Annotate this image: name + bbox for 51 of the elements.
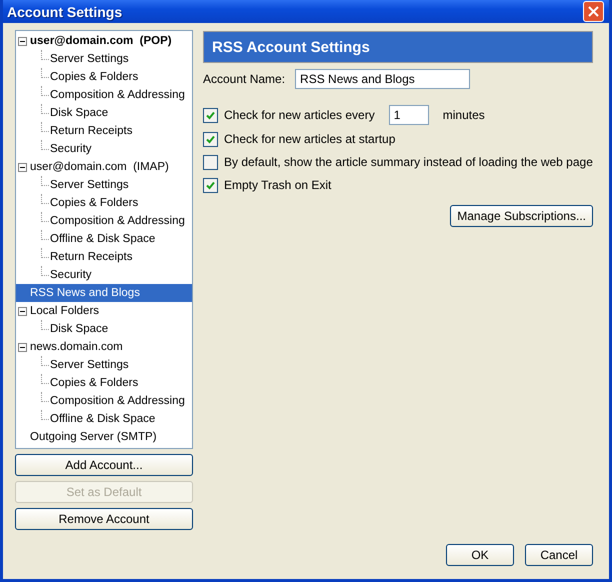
tree-item[interactable]: Composition & Addressing [16, 212, 192, 230]
interval-field[interactable]: 1 [388, 105, 429, 125]
tree-item[interactable]: Security [16, 140, 192, 158]
checkmark-icon [206, 134, 215, 144]
close-button[interactable] [583, 1, 604, 22]
tree-item[interactable]: Outgoing Server (SMTP) [16, 428, 192, 446]
tree-item[interactable]: Composition & Addressing [16, 392, 192, 410]
tree-item[interactable]: Copies & Folders [16, 68, 192, 86]
tree-item[interactable]: user@domain.com (POP) [16, 32, 192, 50]
field-label: Account Name: [203, 72, 286, 86]
tree-item[interactable]: Offline & Disk Space [16, 230, 192, 248]
checkbox[interactable] [203, 108, 218, 122]
tree-item[interactable]: Server Settings [16, 50, 192, 68]
tree-item[interactable]: Return Receipts [16, 122, 192, 140]
window-title: Account Settings [7, 4, 122, 20]
tree-item[interactable]: Security [16, 266, 192, 284]
collapse-icon[interactable] [18, 162, 27, 172]
manage-subscriptions-button[interactable]: Manage Subscriptions... [450, 205, 593, 227]
tree-item[interactable]: Return Receipts [16, 248, 192, 266]
checkmark-icon [206, 110, 215, 120]
unit-label: minutes [442, 108, 485, 122]
tree-item[interactable]: user@domain.com (IMAP) [16, 158, 192, 176]
tree-item[interactable]: Server Settings [16, 176, 192, 194]
collapse-icon[interactable] [18, 306, 27, 316]
checkbox[interactable] [203, 154, 218, 170]
tree-item[interactable]: news.domain.com [16, 338, 192, 356]
tree-item[interactable]: Local Folders [16, 302, 192, 320]
checkbox-label: Empty Trash on Exit [224, 178, 332, 192]
tree-item[interactable]: Composition & Addressing [16, 86, 192, 104]
tree-item[interactable]: Server Settings [16, 356, 192, 374]
checkbox-label: By default, show the article summary instead of loading the web page [224, 155, 593, 169]
tree-item[interactable]: Disk Space [16, 104, 192, 122]
tree-item[interactable]: RSS News and Blogs [16, 284, 192, 302]
checkbox-label: Check for new articles every [224, 108, 375, 122]
tree-button[interactable]: Add Account... [15, 454, 193, 476]
tree-button[interactable]: Remove Account [15, 508, 193, 530]
tree-item[interactable]: Disk Space [16, 320, 192, 338]
checkbox-label: Check for new articles at startup [224, 132, 396, 146]
dialog-button[interactable]: OK [446, 544, 514, 566]
checkbox[interactable] [203, 178, 218, 192]
tree-item[interactable]: Copies & Folders [16, 194, 192, 212]
collapse-icon[interactable] [18, 36, 27, 46]
collapse-icon[interactable] [18, 342, 27, 352]
tree-item[interactable]: Copies & Folders [16, 374, 192, 392]
panel-header: RSS Account Settings [203, 31, 593, 63]
dialog-button[interactable]: Cancel [525, 544, 593, 566]
checkmark-icon [206, 180, 215, 190]
close-icon[interactable] [588, 6, 599, 17]
account-name-field[interactable]: RSS News and Blogs [295, 69, 470, 89]
tree-item[interactable]: Offline & Disk Space [16, 410, 192, 428]
checkbox[interactable] [203, 132, 218, 146]
